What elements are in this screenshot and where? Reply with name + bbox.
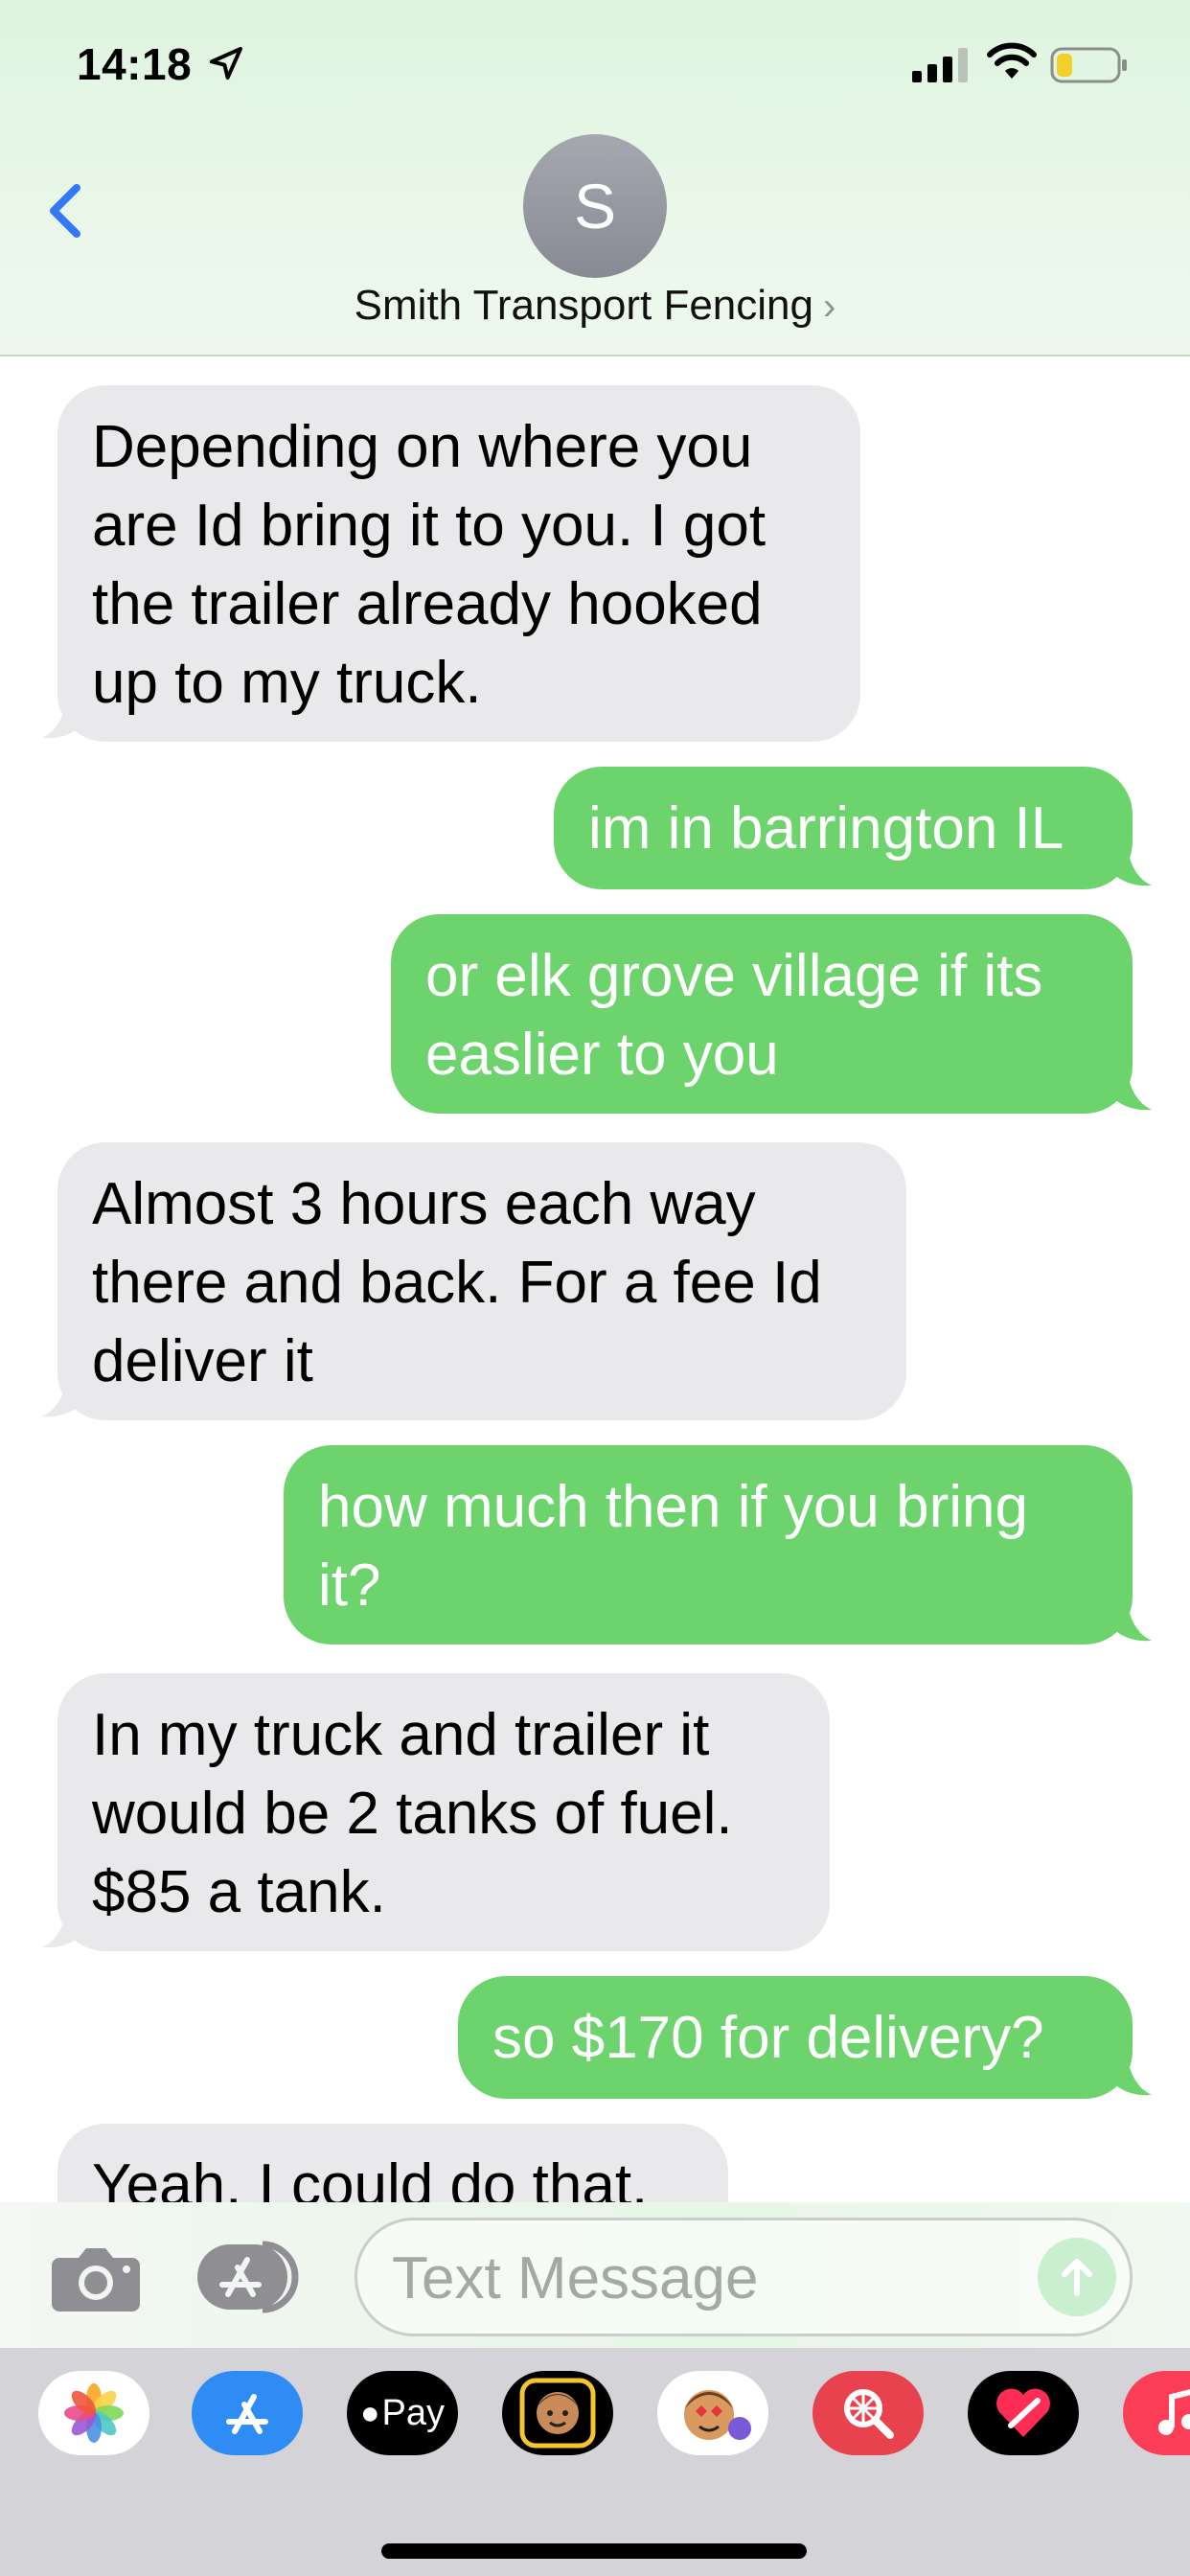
image-search-icon [844, 2389, 894, 2439]
message-line: so $170 for delivery? [492, 2005, 1044, 2071]
music-app-button[interactable] [1123, 2371, 1190, 2455]
send-button[interactable] [1038, 2238, 1116, 2316]
bubble-tail [1111, 1068, 1152, 1111]
message-line: deliver it [92, 1328, 313, 1394]
send-arrow-icon [1062, 2259, 1092, 2296]
battery-icon [1050, 47, 1127, 83]
status-time: 14:18 [77, 39, 193, 89]
compose-bar [0, 2202, 1190, 2348]
memoji-app-button[interactable] [502, 2371, 613, 2455]
message-bubble-outgoing[interactable]: im in barrington IL [554, 767, 1133, 889]
message-line: Depending on where you [92, 414, 753, 480]
contact-name: Smith Transport Fencing [354, 282, 813, 329]
signal-icon [912, 48, 968, 82]
stickers-icon [684, 2390, 751, 2440]
message-thread[interactable]: Depending on where you are Id bring it t… [0, 356, 1190, 2206]
bubble-tail [42, 1905, 82, 1948]
apple-pay-app-button[interactable]: ● Pay [347, 2371, 458, 2455]
message-line: there and back. For a fee Id [92, 1250, 822, 1316]
contact-avatar[interactable]: S [523, 134, 667, 278]
bubble-tail [42, 1374, 82, 1417]
message-line: In my truck and trailer it [92, 1702, 710, 1768]
message-line: $85 a tank. [92, 1859, 386, 1925]
contact-name-button[interactable]: Smith Transport Fencing › [0, 282, 1190, 330]
back-chevron-icon[interactable] [38, 172, 96, 249]
message-line: Almost 3 hours each way [92, 1171, 756, 1237]
message-line: im in barrington IL [588, 795, 1064, 862]
bubble-tail [1111, 1598, 1152, 1642]
message-text-field[interactable] [355, 2218, 1133, 2336]
imessage-app-drawer: ● Pay [0, 2348, 1190, 2576]
message-bubble-incoming[interactable]: In my truck and trailer it would be 2 ta… [57, 1673, 830, 1951]
app-store-icon[interactable] [195, 2239, 307, 2315]
message-line: how much then if you bring [318, 1474, 1028, 1540]
photos-app-button[interactable] [38, 2371, 149, 2455]
message-bubble-incoming[interactable]: Yeah. I could do that. [57, 2124, 728, 2206]
message-bubble-incoming[interactable]: Almost 3 hours each way there and back. … [57, 1142, 906, 1420]
conversation-header: 14:18 S Smith Transport Fencing › [0, 0, 1190, 356]
message-line: or elk grove village if its [425, 943, 1043, 1009]
wifi-icon [987, 42, 1037, 79]
location-arrow-icon [210, 47, 242, 80]
camera-icon[interactable] [50, 2242, 142, 2313]
bubble-tail [1111, 843, 1152, 886]
apple-logo-icon: ● [359, 2394, 380, 2431]
digital-touch-app-button[interactable] [968, 2371, 1079, 2455]
message-line: easlier to you [425, 1022, 779, 1088]
message-line: would be 2 tanks of fuel. [92, 1781, 733, 1847]
avatar-letter: S [573, 171, 617, 242]
apple-pay-label: Pay [381, 2392, 446, 2433]
message-bubble-outgoing[interactable]: how much then if you bring it? [284, 1445, 1133, 1644]
image-search-app-button[interactable] [812, 2371, 924, 2455]
message-bubble-incoming[interactable]: Depending on where you are Id bring it t… [57, 385, 860, 742]
memoji-icon [519, 2378, 596, 2449]
message-line: up to my truck. [92, 650, 482, 716]
chevron-right-icon: › [823, 286, 836, 328]
memoji-stickers-app-button[interactable] [657, 2371, 768, 2455]
digital-touch-icon [996, 2388, 1050, 2437]
message-line: are Id bring it to you. I got [92, 493, 767, 559]
message-input[interactable] [392, 2242, 1005, 2314]
bubble-tail [1111, 2053, 1152, 2096]
message-bubble-outgoing[interactable]: so $170 for delivery? [458, 1976, 1133, 2099]
message-bubble-outgoing[interactable]: or elk grove village if its easlier to y… [391, 914, 1133, 1114]
message-line: the trailer already hooked [92, 571, 763, 637]
app-store-app-button[interactable] [192, 2371, 303, 2455]
message-line: Yeah. I could do that. [92, 2152, 649, 2206]
photos-icon [64, 2383, 124, 2443]
home-indicator[interactable] [381, 2543, 807, 2559]
bubble-tail [42, 696, 82, 739]
music-icon [1158, 2389, 1190, 2435]
message-line: it? [318, 1552, 381, 1619]
app-store-icon [226, 2394, 268, 2434]
